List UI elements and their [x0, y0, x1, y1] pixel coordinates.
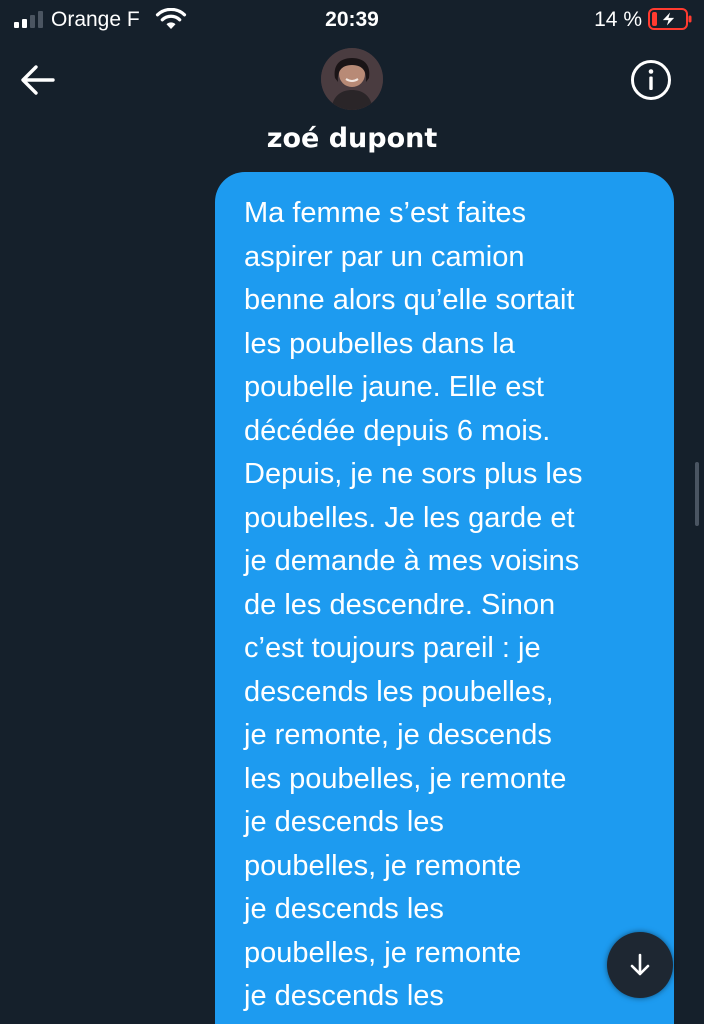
scroll-indicator: [695, 462, 699, 526]
battery-charging-icon: [648, 8, 692, 30]
contact-avatar[interactable]: [321, 48, 383, 110]
contact-name: zoé dupont: [266, 123, 438, 154]
info-icon: [631, 60, 671, 100]
back-button[interactable]: [18, 60, 58, 100]
dm-conversation-screen: Orange F 20:39 14 % zoé dupont Ma femme …: [0, 0, 704, 1024]
message-text: Ma femme s’est faites aspirer par un cam…: [244, 197, 583, 1012]
arrow-down-icon: [630, 953, 650, 976]
scroll-to-bottom-button[interactable]: [607, 932, 673, 998]
back-arrow-icon: [21, 65, 55, 95]
sent-message-bubble[interactable]: Ma femme s’est faites aspirer par un cam…: [215, 172, 674, 1024]
avatar-photo: [321, 48, 383, 110]
conversation-info-button[interactable]: [629, 58, 673, 102]
status-bar: Orange F 20:39 14 %: [0, 0, 704, 40]
battery-percentage: 14 %: [594, 8, 642, 31]
